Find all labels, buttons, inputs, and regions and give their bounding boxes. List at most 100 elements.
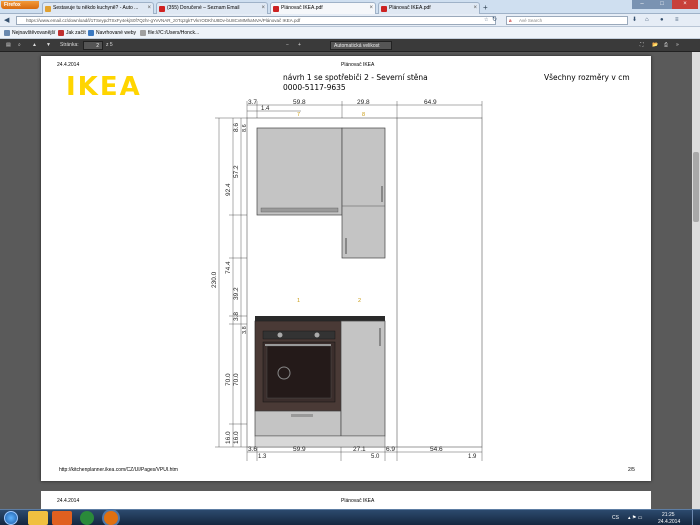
dim-top-3: 29.8 — [357, 99, 370, 106]
page2-date: 24.4.2014 — [57, 498, 80, 504]
dim-top-1: 3.7 — [248, 99, 257, 106]
search-engine-icon[interactable]: a — [509, 17, 512, 25]
close-icon[interactable]: × — [473, 3, 477, 14]
dim-left-3: 70.0 — [225, 373, 232, 386]
dim-left-4: 16.0 — [225, 431, 232, 444]
base-cabinet-handle — [379, 328, 381, 346]
media-player-icon[interactable] — [52, 511, 72, 525]
start-button[interactable] — [4, 511, 18, 525]
dim-total-height: 230.0 — [211, 271, 218, 288]
dim-left-1: 92.4 — [225, 183, 232, 196]
close-window-button[interactable]: × — [672, 0, 698, 9]
drawer-handle — [291, 414, 313, 417]
show-desktop-button[interactable] — [692, 510, 700, 525]
fullscreen-icon[interactable]: ⛶ — [640, 41, 644, 50]
dim-bottom-sub-2: 5.0 — [371, 454, 380, 460]
dim-inner-3: 39.2 — [233, 287, 240, 300]
page-number-input[interactable]: 2 — [83, 41, 103, 50]
zoom-out-button[interactable]: − — [286, 41, 289, 50]
reload-icon[interactable]: ↻ — [492, 16, 497, 25]
print-icon[interactable]: ⎙ — [664, 41, 668, 50]
dim-bottom-5: 54.6 — [430, 446, 443, 453]
tab-pdf-active[interactable]: Plánovač IKEA.pdf × — [270, 2, 376, 14]
dim-bottom-2: 59.9 — [293, 446, 306, 453]
dim-inner-5: 70.0 — [233, 373, 240, 386]
url-bar[interactable]: https://www.email.cz/download/l/1TSeypdT… — [16, 16, 496, 25]
new-tab-button[interactable]: + — [483, 3, 488, 12]
clock-date[interactable]: 24.4.2014 — [658, 519, 680, 525]
clock-time[interactable]: 21:25 — [662, 512, 675, 518]
cabinet-label-1: 1 — [297, 298, 300, 304]
open-file-icon[interactable]: 📂 — [652, 41, 658, 50]
footer-page-number: 2/5 — [628, 467, 635, 473]
bookmark-label: file:///C:/Users/Honck... — [148, 30, 200, 36]
dim-bottom-sub-3: 1.9 — [468, 454, 477, 460]
cabinet-handle-left — [260, 207, 339, 213]
oven-door-handle — [265, 344, 331, 346]
zoom-select[interactable]: Automatická velikost — [330, 41, 392, 50]
cabinet-label-7: 7 — [297, 112, 300, 118]
bookmark-getting-started[interactable]: Jak začít — [58, 29, 86, 37]
dim-bottom-1: 3.6 — [248, 446, 257, 453]
scrollbar-thumb[interactable] — [693, 152, 699, 222]
download-icon[interactable]: ⬇ — [632, 16, 637, 25]
find-icon[interactable]: ⌕ — [18, 41, 21, 50]
bookmark-suggested-sites[interactable]: Navrhované weby — [88, 29, 136, 37]
previous-page-icon[interactable]: ▲ — [32, 41, 37, 50]
bookmark-folder-icon — [4, 30, 10, 36]
tab-pdf-2[interactable]: Plánovač IKEA.pdf × — [378, 2, 480, 14]
email-icon — [159, 6, 165, 12]
dim-bottom-4: 6.9 — [386, 446, 395, 453]
bookmark-page-icon — [88, 30, 94, 36]
tools-icon[interactable]: » — [676, 41, 679, 50]
back-arrow-icon[interactable]: ◀ — [4, 16, 9, 25]
tab-label: Plánovač IKEA.pdf — [281, 5, 323, 11]
close-icon[interactable]: × — [369, 3, 373, 14]
wall-cabinet-tall — [341, 127, 386, 259]
close-icon[interactable]: × — [261, 3, 265, 14]
bookmark-page-icon — [58, 30, 64, 36]
bookmark-local-file[interactable]: file:///C:/Users/Honck... — [140, 29, 199, 37]
dim-bottom-3: 27.1 — [353, 446, 366, 453]
dim-small-2: 3.8 — [242, 326, 248, 334]
bookmark-most-visited[interactable]: Nejnavštěvovanější — [4, 29, 55, 37]
footer-url: http://kitchenplanner.ikea.com/CZ/UI/Pag… — [59, 467, 178, 473]
zoom-in-button[interactable]: + — [298, 41, 301, 50]
firefox-icon[interactable] — [104, 511, 118, 525]
bookmark-star-icon[interactable]: ☆ — [484, 16, 488, 25]
search-input[interactable]: a Avé Search — [506, 16, 628, 25]
tray-icons[interactable]: ▴ ⚑ ▭ — [628, 515, 643, 521]
cabinet-handle-right-top — [381, 186, 383, 202]
maximize-button[interactable]: □ — [652, 0, 672, 9]
dim-inner-1: 8.6 — [233, 123, 240, 132]
minimize-button[interactable]: – — [632, 0, 652, 9]
page2-header-title: Plánovač IKEA — [341, 498, 375, 504]
firefox-menu-button[interactable]: Firefox — [1, 1, 39, 9]
dim-top-4: 64.9 — [424, 99, 437, 106]
chrome-icon[interactable] — [80, 511, 94, 525]
tab-forum[interactable]: Sestavuje tu někdo kuchyně? - Auto ... × — [42, 2, 154, 14]
sidebar-toggle-icon[interactable]: ▤ — [6, 41, 11, 50]
dim-inner-4: 3.8 — [233, 312, 240, 321]
bookmarks-bar: Nejnavštěvovanější Jak začít Navrhované … — [0, 27, 700, 39]
explorer-icon[interactable] — [28, 511, 48, 525]
taskbar: CS ▴ ⚑ ▭ 21:25 24.4.2014 — [0, 509, 700, 525]
addon-icon[interactable]: ● — [660, 16, 664, 25]
tab-label: (355) Doručené – Seznam Email — [167, 5, 240, 11]
close-icon[interactable]: × — [147, 3, 151, 14]
countertop — [255, 316, 385, 321]
pdf-icon — [273, 6, 279, 12]
menu-icon[interactable]: ≡ — [675, 16, 679, 25]
next-page-icon[interactable]: ▼ — [46, 41, 51, 50]
bookmark-label: Navrhované weby — [96, 30, 137, 36]
dim-top-2: 59.8 — [293, 99, 306, 106]
dim-inner-6: 16.0 — [233, 431, 240, 444]
tab-email[interactable]: (355) Doručené – Seznam Email × — [156, 2, 268, 14]
language-indicator[interactable]: CS — [612, 515, 619, 521]
vertical-scrollbar[interactable] — [692, 52, 700, 509]
oven-knob-icon — [314, 332, 320, 338]
bookmark-label: Jak začít — [66, 30, 86, 36]
cabinet-label-8: 8 — [362, 112, 365, 118]
dim-left-2: 74.4 — [225, 261, 232, 274]
home-icon[interactable]: ⌂ — [645, 16, 649, 25]
